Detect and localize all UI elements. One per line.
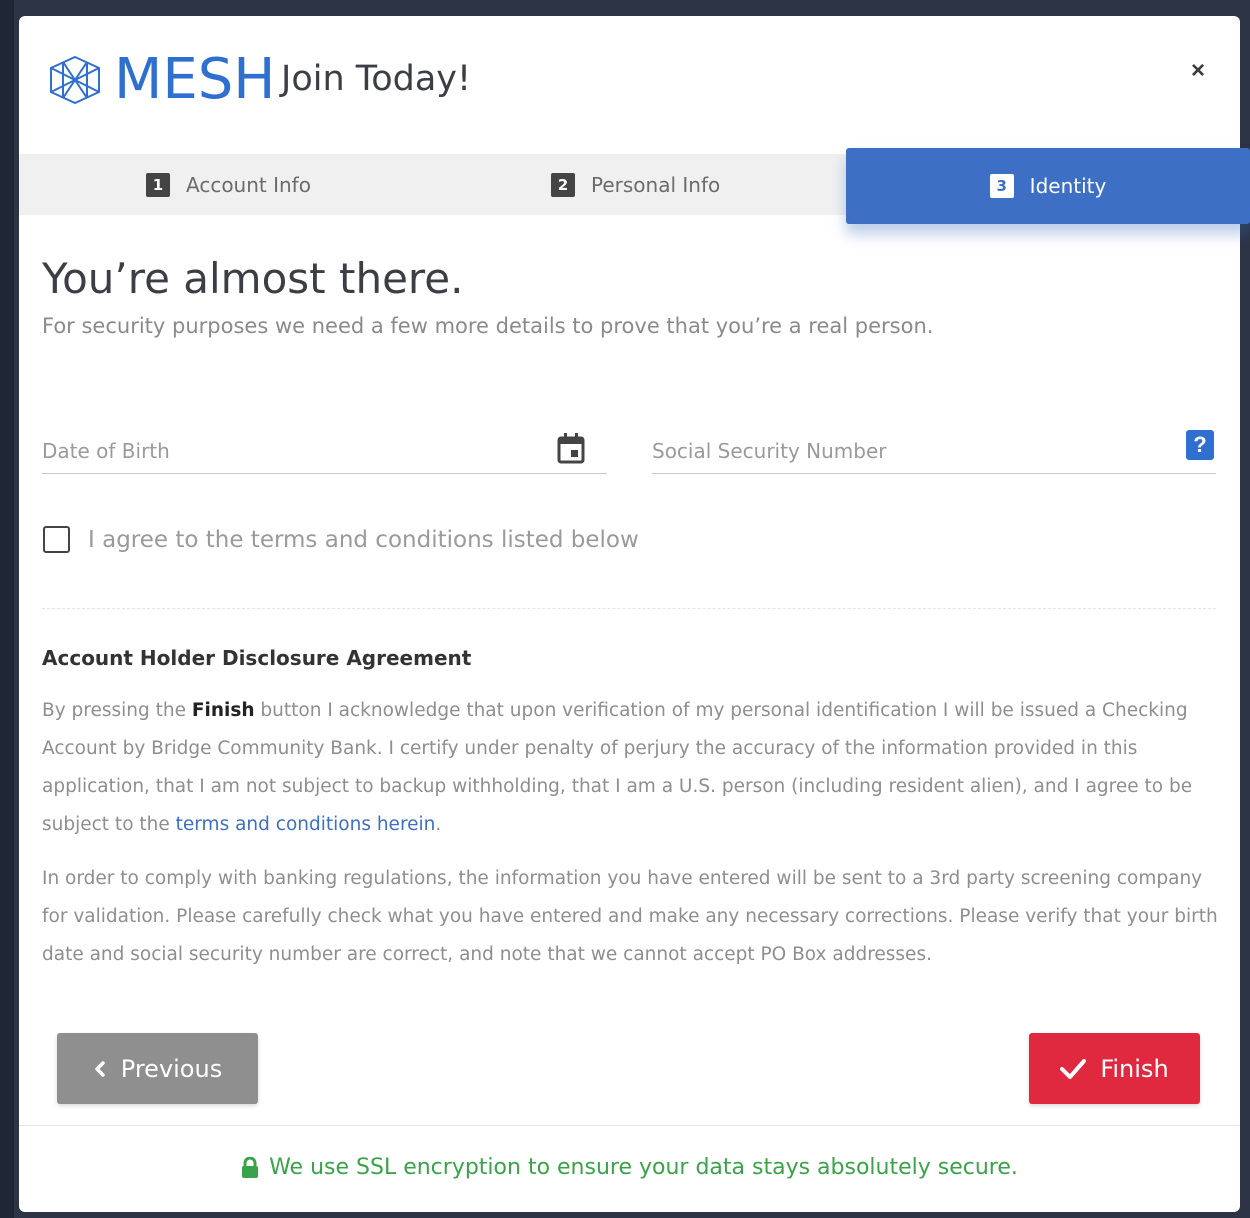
join-modal: MESH Join Today! × 1 Account Info 2 Pers… (19, 16, 1250, 1212)
tab-identity[interactable]: 3 Identity (846, 148, 1250, 224)
brand-name: MESH (114, 47, 276, 112)
mesh-logo-icon (50, 55, 100, 105)
mesh-logo: MESH (46, 52, 275, 108)
disclosure-text: By pressing the (42, 700, 192, 721)
tab-personal-info[interactable]: 2 Personal Info (551, 154, 720, 215)
tab-label: Personal Info (591, 172, 721, 197)
modal-header: MESH Join Today! × (19, 16, 1240, 154)
dob-field (42, 426, 607, 474)
step-number-2: 2 (551, 172, 575, 197)
lock-icon (241, 1156, 259, 1179)
disclosure-title: Account Holder Disclosure Agreement (42, 646, 472, 670)
footer-divider (19, 1125, 1240, 1126)
page-subtitle: For security purposes we need a few more… (42, 314, 934, 338)
step-number-1: 1 (146, 172, 170, 197)
page-title: You’re almost there. (42, 254, 464, 303)
section-divider (42, 608, 1216, 609)
ssl-text: We use SSL encryption to ensure your dat… (269, 1155, 1018, 1180)
disclosure-paragraph-1: By pressing the Finish button I acknowle… (42, 692, 1222, 844)
terms-agreement: I agree to the terms and conditions list… (43, 526, 639, 553)
ssl-notice: We use SSL encryption to ensure your dat… (19, 1155, 1240, 1180)
help-icon[interactable]: ? (1186, 430, 1214, 460)
previous-button[interactable]: Previous (57, 1033, 258, 1104)
calendar-icon[interactable] (557, 432, 585, 464)
checkmark-icon (1060, 1058, 1087, 1080)
ssn-field: ? (652, 426, 1216, 474)
close-icon[interactable]: × (1183, 56, 1213, 86)
disclosure-paragraph-2: In order to comply with banking regulati… (42, 868, 1218, 965)
tab-label: Account Info (186, 172, 311, 197)
disclosure-text: . (435, 814, 442, 835)
backdrop (0, 0, 14, 1218)
finish-label: Finish (1100, 1054, 1169, 1083)
finish-emphasis: Finish (191, 700, 255, 721)
terms-link[interactable]: terms and conditions herein (176, 814, 436, 835)
ssn-input[interactable] (652, 436, 1132, 466)
header-subtitle: Join Today! (281, 59, 472, 99)
step-number-3: 3 (989, 174, 1014, 198)
previous-label: Previous (120, 1054, 223, 1083)
terms-checkbox-label[interactable]: I agree to the terms and conditions list… (88, 527, 639, 553)
terms-checkbox[interactable] (43, 526, 70, 553)
tab-label: Identity (1029, 174, 1107, 198)
chevron-left-icon (93, 1060, 107, 1078)
finish-button[interactable]: Finish (1029, 1033, 1200, 1104)
tab-account-info[interactable]: 1 Account Info (146, 154, 311, 215)
dob-input[interactable] (42, 436, 523, 466)
